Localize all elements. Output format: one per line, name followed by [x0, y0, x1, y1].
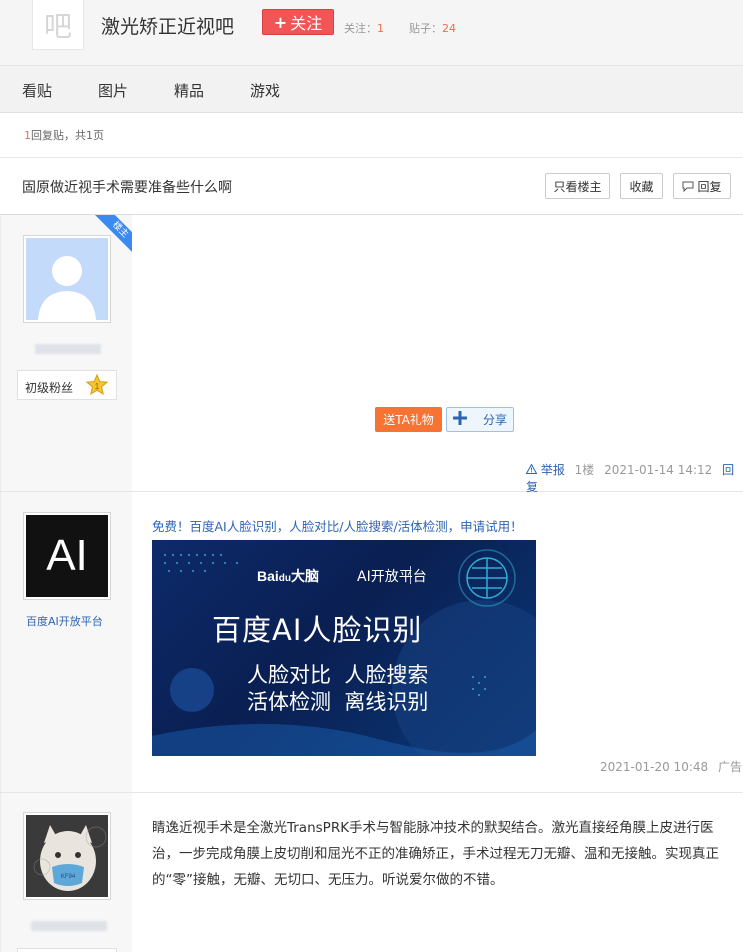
pager-text: 回复贴，共1页: [31, 129, 104, 142]
tab-images[interactable]: 图片: [98, 80, 128, 101]
follow-label: 关注: [290, 14, 323, 33]
author-column: AI 百度AI开放平台: [0, 492, 132, 792]
share-button[interactable]: 分享: [446, 407, 514, 432]
warning-icon: [525, 463, 538, 474]
post-ad: AI 百度AI开放平台 免费！百度AI人脸识别，人脸对比/人脸搜索/活体检测，申…: [0, 492, 743, 793]
fan-level-badge[interactable]: 初级粉丝 1: [17, 370, 117, 400]
cat-photo-avatar: KF94: [26, 815, 108, 897]
share-plus-icon: [453, 410, 473, 430]
banner-line-2: 活体检测 离线识别: [247, 690, 429, 714]
ad-label: 广告: [717, 760, 742, 774]
bar-stats: 关注：1 贴子：24: [344, 20, 456, 36]
ad-banner-image[interactable]: Baidu大脑 AI开放平台 百度AI人脸识别 人脸对比 人脸搜索 活体检测 离…: [152, 540, 536, 756]
avatar[interactable]: AI: [23, 512, 111, 600]
tab-games[interactable]: 游戏: [250, 80, 280, 101]
thread-title-row: 固原做近视手术需要准备些什么啊 只看楼主 收藏 回复: [0, 157, 743, 215]
bar-logo-glyph: 吧: [43, 9, 72, 43]
fan-level-badge[interactable]: [17, 948, 117, 952]
op-ribbon-label: 楼主: [94, 215, 132, 253]
reply-count: 1: [24, 129, 31, 142]
forum-header: 吧 激光矫正近视吧 + 关注 关注：1 贴子：24: [0, 0, 743, 66]
share-label: 分享: [483, 413, 508, 427]
badge-label: 初级粉丝: [25, 381, 74, 395]
followers-count: 1: [377, 22, 384, 35]
author-column: KF94: [0, 793, 132, 952]
banner-brand-bai: Bai: [257, 568, 279, 584]
author-column: 初级粉丝 1: [0, 215, 132, 491]
thread-title: 固原做近视手术需要准备些什么啊: [22, 180, 232, 196]
only-op-button[interactable]: 只看楼主: [545, 173, 610, 199]
star-level-icon: 1: [86, 374, 108, 396]
banner-brand-platform: AI开放平台: [357, 569, 427, 585]
post-time: 2021-01-20 10:48: [600, 760, 709, 774]
post-floor-1: 初级粉丝 1 楼主 送TA礼物 分享 举报 1楼 2021-01-14 14:1…: [0, 215, 743, 495]
report-label: 举报: [540, 463, 565, 477]
bar-name[interactable]: 激光矫正近视吧: [101, 12, 234, 39]
reply-pager: 1回复贴，共1页: [24, 127, 104, 143]
forum-tabs: 看贴 图片 精品 游戏: [0, 66, 743, 113]
floor-number: 1楼: [574, 463, 595, 477]
banner-brand-baidu: Baidu大脑: [257, 566, 319, 586]
ad-link[interactable]: 免费！百度AI人脸识别，人脸对比/人脸搜索/活体检测，申请试用！: [152, 516, 523, 535]
followers-label: 关注：: [344, 22, 377, 35]
send-gift-button[interactable]: 送TA礼物: [375, 407, 442, 432]
avatar[interactable]: KF94: [23, 812, 111, 900]
report-link[interactable]: 举报: [525, 463, 569, 477]
mask-label: KF94: [61, 874, 76, 880]
posts-label: 贴子：: [409, 22, 442, 35]
badge-level-number: 1: [95, 382, 100, 391]
banner-brand-du: du: [278, 573, 292, 584]
banner-brand-naol: 大脑: [291, 568, 320, 584]
comment-icon: [682, 181, 694, 192]
reply-button-label: 回复: [697, 179, 722, 194]
post-time: 2021-01-14 14:12: [604, 463, 713, 477]
follow-button[interactable]: + 关注: [262, 9, 334, 35]
ai-logo-avatar: AI: [26, 515, 108, 597]
post-content: 睛逸近视手术是全激光TransPRK手术与智能脉冲技术的默契结合。激光直接经角膜…: [152, 820, 719, 888]
post-meta: 2021-01-20 10:48 广告: [600, 758, 742, 775]
reply-button[interactable]: 回复: [673, 173, 731, 199]
author-name[interactable]: 百度AI开放平台: [26, 613, 103, 629]
banner-title: 百度AI人脸识别: [212, 613, 423, 647]
posts-count: 24: [442, 22, 456, 35]
plus-icon: +: [273, 12, 288, 32]
op-ribbon: 楼主: [94, 215, 132, 253]
tab-featured[interactable]: 精品: [174, 80, 204, 101]
username-blurred[interactable]: [35, 344, 101, 354]
bar-logo[interactable]: 吧: [32, 0, 84, 50]
banner-line-1: 人脸对比 人脸搜索: [247, 663, 429, 687]
username-blurred[interactable]: [31, 921, 107, 931]
tab-posts[interactable]: 看贴: [22, 80, 52, 101]
post-meta: 举报 1楼 2021-01-14 14:12 回复: [525, 461, 743, 495]
collect-button[interactable]: 收藏: [620, 173, 663, 199]
post-floor-3: KF94 睛逸近视手术是全激光TransPRK手术与智能脉冲技术的默契结合。激光…: [0, 793, 743, 952]
